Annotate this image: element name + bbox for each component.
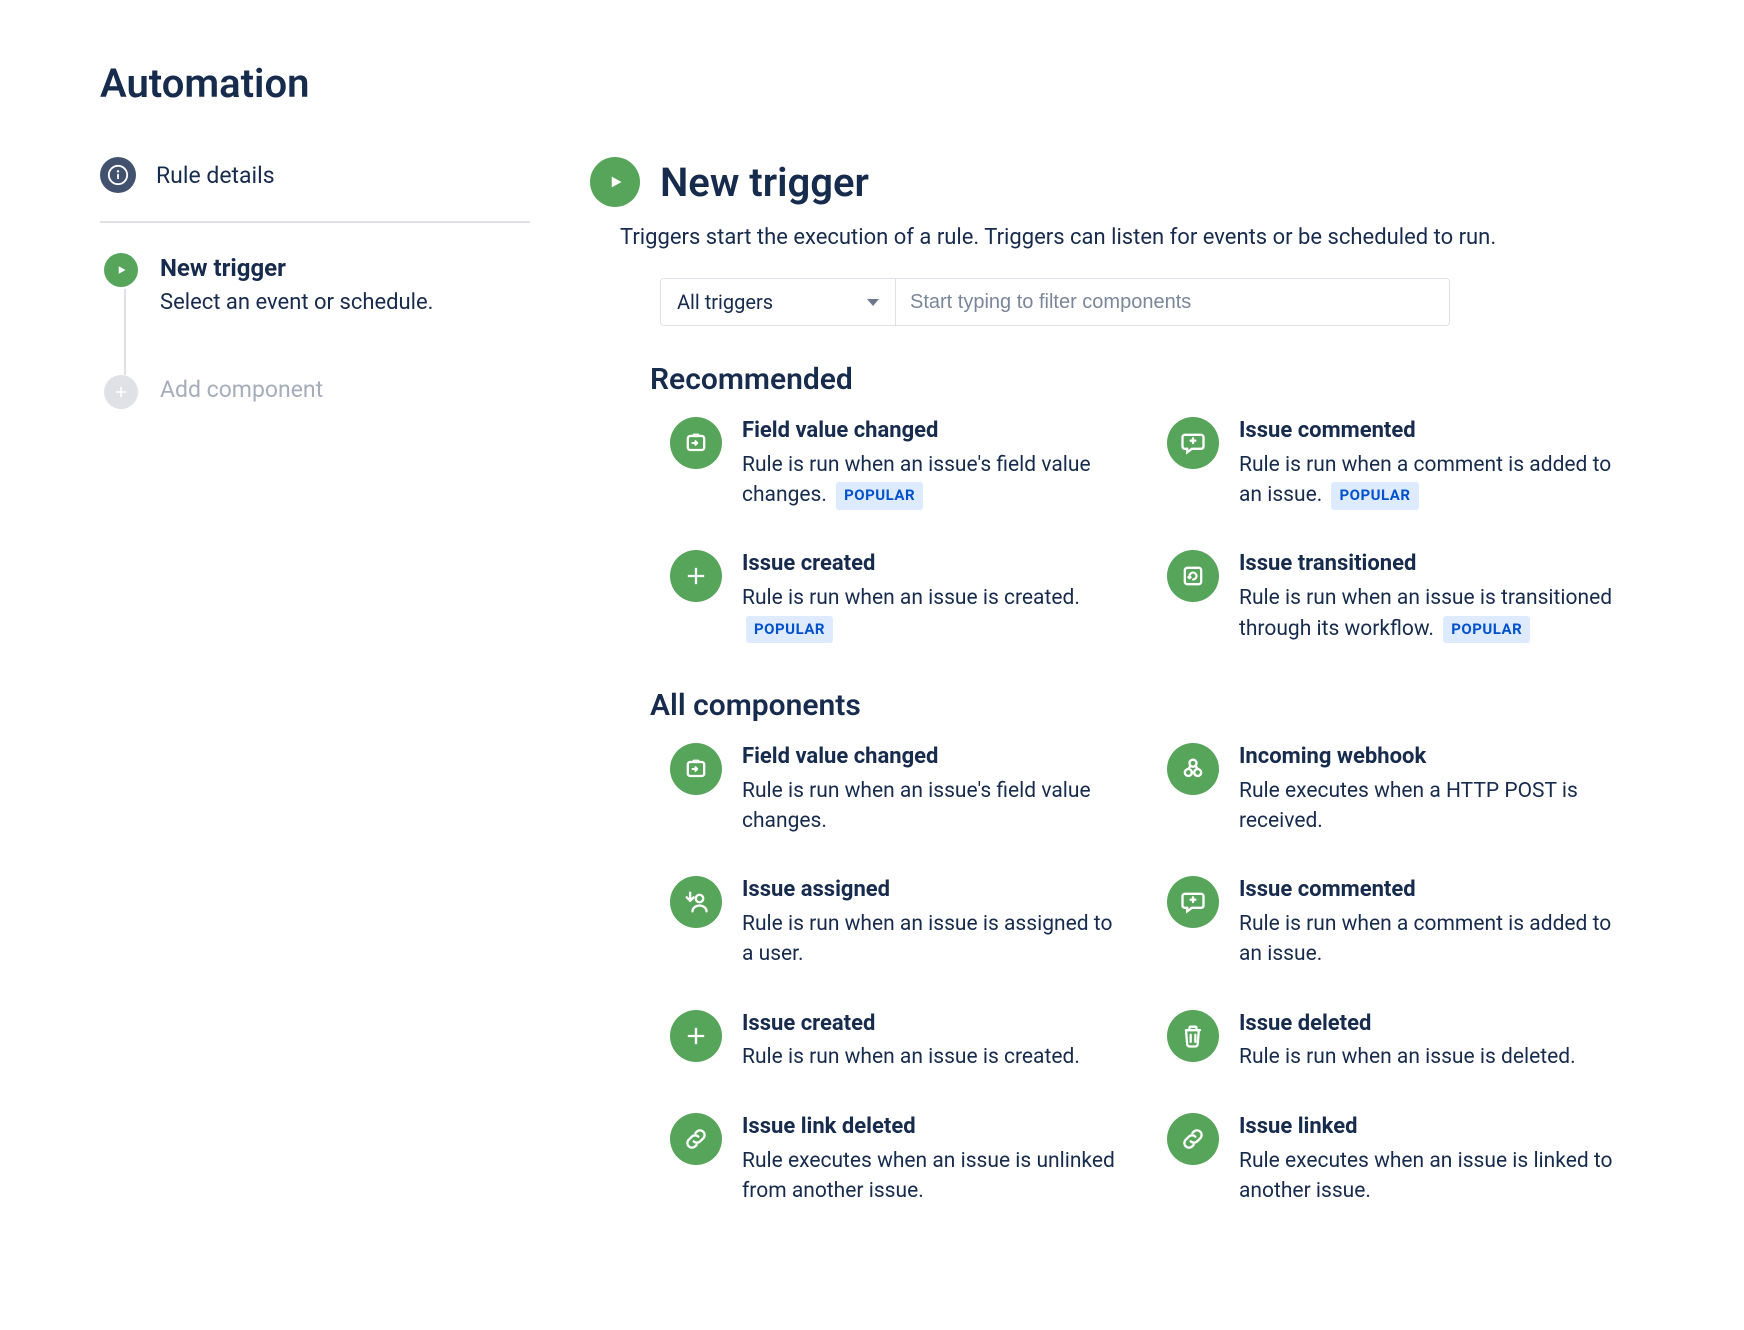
trigger-card-title: Incoming webhook — [1239, 743, 1624, 772]
trigger-card-title: Field value changed — [742, 743, 1127, 772]
trigger-card-description: Rule is run when an issue's field value … — [742, 776, 1127, 837]
trigger-card-title: Issue link deleted — [742, 1113, 1127, 1142]
trigger-card-issue-deleted[interactable]: Issue deleted Rule is run when an issue i… — [1167, 1010, 1624, 1073]
popular-badge: POPULAR — [1331, 482, 1418, 510]
popular-badge: POPULAR — [836, 482, 923, 510]
trigger-card-title: Issue assigned — [742, 876, 1127, 905]
trigger-card-title: Issue created — [742, 1010, 1080, 1039]
step-title: Add component — [160, 375, 323, 405]
comment-icon — [1167, 417, 1219, 469]
trigger-card-issue-commented[interactable]: Issue commented Rule is run when a commen… — [1167, 417, 1624, 510]
page-title: Automation — [100, 60, 1644, 107]
play-icon — [104, 253, 138, 287]
comment-icon — [1167, 876, 1219, 928]
trigger-card-issue-created[interactable]: Issue created Rule is run when an issue i… — [670, 550, 1127, 643]
sidebar: Rule details New trigger Select an event… — [100, 157, 530, 1206]
webhook-icon — [1167, 743, 1219, 795]
step-title: New trigger — [160, 253, 433, 284]
trigger-card-description: Rule executes when an issue is unlinked … — [742, 1146, 1127, 1207]
trigger-card-description: Rule is run when an issue is created. PO… — [742, 583, 1127, 644]
trigger-card-description: Rule is run when a comment is added to a… — [1239, 909, 1624, 970]
rule-details-nav[interactable]: Rule details — [100, 157, 530, 223]
trigger-card-issue-transitioned[interactable]: Issue transitioned Rule is run when an is… — [1167, 550, 1624, 643]
trigger-card-issue-created[interactable]: Issue created Rule is run when an issue i… — [670, 1010, 1127, 1073]
trigger-card-title: Issue transitioned — [1239, 550, 1624, 579]
step-subtitle: Select an event or schedule. — [160, 290, 433, 315]
trigger-card-description: Rule is run when an issue's field value … — [742, 450, 1127, 511]
trigger-card-incoming-webhook[interactable]: Incoming webhook Rule executes when a HTT… — [1167, 743, 1624, 836]
plus-icon — [670, 1010, 722, 1062]
trigger-card-issue-link-deleted[interactable]: Issue link deleted Rule executes when an … — [670, 1113, 1127, 1206]
link-icon — [670, 1113, 722, 1165]
trigger-category-select[interactable]: All triggers — [661, 279, 896, 325]
plus-icon — [670, 550, 722, 602]
trigger-card-field-value-changed[interactable]: Field value changed Rule is run when an i… — [670, 743, 1127, 836]
trigger-card-title: Issue commented — [1239, 876, 1624, 905]
trigger-card-description: Rule is run when a comment is added to a… — [1239, 450, 1624, 511]
trigger-card-issue-commented[interactable]: Issue commented Rule is run when a commen… — [1167, 876, 1624, 969]
field-change-icon — [670, 417, 722, 469]
trigger-card-issue-assigned[interactable]: Issue assigned Rule is run when an issue … — [670, 876, 1127, 969]
play-icon — [590, 157, 640, 207]
section-all-heading: All components — [650, 688, 1644, 723]
trigger-card-description: Rule executes when an issue is linked to… — [1239, 1146, 1624, 1207]
trigger-card-description: Rule is run when an issue is deleted. — [1239, 1042, 1576, 1072]
all-components-grid: Field value changed Rule is run when an i… — [670, 743, 1624, 1206]
transition-icon — [1167, 550, 1219, 602]
link-icon — [1167, 1113, 1219, 1165]
trigger-card-title: Field value changed — [742, 417, 1127, 446]
trash-icon — [1167, 1010, 1219, 1062]
field-change-icon — [670, 743, 722, 795]
select-label: All triggers — [677, 290, 773, 314]
info-icon — [100, 157, 136, 193]
main-content: New trigger Triggers start the execution… — [590, 157, 1644, 1206]
step-add-component[interactable]: Add component — [104, 375, 530, 409]
trigger-card-description: Rule is run when an issue is transitione… — [1239, 583, 1624, 644]
trigger-card-description: Rule is run when an issue is assigned to… — [742, 909, 1127, 970]
popular-badge: POPULAR — [1443, 616, 1530, 644]
main-title: New trigger — [660, 159, 869, 206]
trigger-card-title: Issue commented — [1239, 417, 1624, 446]
filter-bar: All triggers — [660, 278, 1450, 326]
main-description: Triggers start the execution of a rule. … — [620, 225, 1644, 250]
rule-details-label: Rule details — [156, 162, 275, 189]
trigger-card-description: Rule is run when an issue is created. — [742, 1042, 1080, 1072]
plus-icon — [104, 375, 138, 409]
section-recommended-heading: Recommended — [650, 362, 1644, 397]
trigger-card-description: Rule executes when a HTTP POST is receiv… — [1239, 776, 1624, 837]
trigger-card-field-value-changed[interactable]: Field value changed Rule is run when an i… — [670, 417, 1127, 510]
trigger-card-issue-linked[interactable]: Issue linked Rule executes when an issue … — [1167, 1113, 1624, 1206]
component-filter-input[interactable] — [896, 279, 1449, 325]
trigger-card-title: Issue linked — [1239, 1113, 1624, 1142]
step-new-trigger[interactable]: New trigger Select an event or schedule. — [104, 253, 530, 315]
trigger-card-title: Issue deleted — [1239, 1010, 1576, 1039]
chevron-down-icon — [867, 299, 879, 306]
assign-icon — [670, 876, 722, 928]
recommended-grid: Field value changed Rule is run when an i… — [670, 417, 1624, 644]
trigger-card-title: Issue created — [742, 550, 1127, 579]
popular-badge: POPULAR — [746, 616, 833, 644]
